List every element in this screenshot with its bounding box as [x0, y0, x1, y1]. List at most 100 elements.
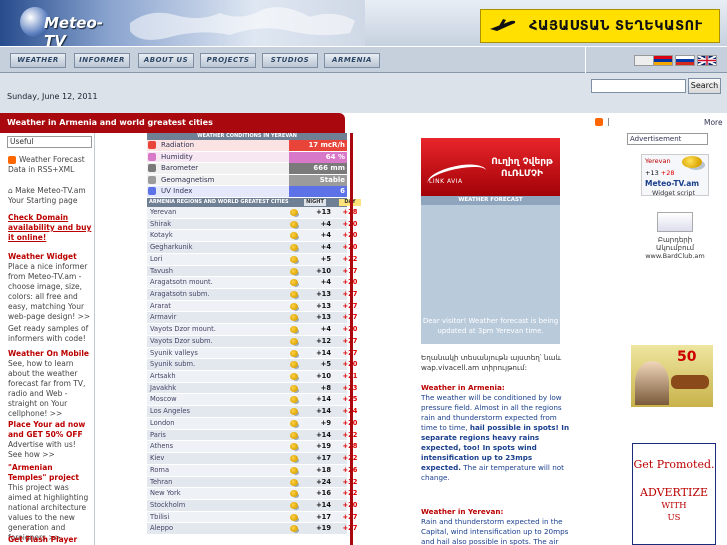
more-link[interactable]: More	[704, 118, 723, 127]
city-row[interactable]: Tehran+24+32	[147, 476, 357, 489]
widget-block[interactable]: Weather Widget Place a nice informer from…	[8, 252, 92, 322]
nav-divider	[585, 47, 586, 74]
weather-icon	[290, 232, 298, 240]
bardclub-banner[interactable]: Բարդերի Ակումբում www.BardClub.am	[640, 212, 710, 260]
widget-title: Weather Widget	[8, 252, 77, 261]
city-name: Artsakh	[150, 372, 176, 381]
with-text: WITH	[661, 501, 687, 511]
rss-link[interactable]: Weather Forecast Data in RSS+XML	[8, 155, 92, 175]
city-row[interactable]: Aragatsotn subm.+13+27	[147, 289, 357, 301]
widget-script-link[interactable]: Widget script	[652, 189, 695, 197]
condition-icon	[148, 164, 156, 173]
city-row[interactable]: Lori+5+22	[147, 253, 357, 266]
condition-icon	[148, 141, 156, 149]
city-row[interactable]: Yerevan+13+28	[147, 206, 357, 219]
section-title: Weather in Armenia and world greatest ci…	[7, 118, 213, 127]
city-name: Armavir	[150, 313, 177, 322]
city-row[interactable]: Vayots Dzor subm.+12+27	[147, 335, 357, 348]
useful-dropdown[interactable]: Useful	[7, 136, 92, 148]
samples-link[interactable]: Get ready samples of informers with code…	[8, 324, 92, 344]
city-row[interactable]: Armavir+13+27	[147, 312, 357, 325]
mobile-block[interactable]: Weather On Mobile See, how to learn about…	[8, 349, 92, 419]
flag-icon-blank[interactable]	[634, 55, 654, 66]
city-row[interactable]: Kotayk+4+20	[147, 230, 357, 243]
city-row[interactable]: Stockholm+14+20	[147, 499, 357, 512]
city-row[interactable]: Paris+14+22	[147, 429, 357, 442]
weather-icon	[290, 513, 298, 521]
guitar-image	[671, 375, 709, 389]
city-row[interactable]: Tavush+10+17	[147, 265, 357, 278]
flag-icon-uk[interactable]	[697, 55, 717, 66]
city-row[interactable]: Moscow+14+25	[147, 394, 357, 407]
city-row[interactable]: Ararat+13+27	[147, 300, 357, 313]
city-row[interactable]: Roma+18+26	[147, 464, 357, 477]
temples-title: "Armenian Temples" project	[8, 463, 79, 482]
nav-studios[interactable]: STUDIOS	[262, 53, 318, 68]
top-banner-ad[interactable]: ՀԱՅԱՍՏԱՆ ՏԵՂԵԿԱՏՈՒ	[480, 9, 720, 43]
city-row[interactable]: Javakhk+8+23	[147, 382, 357, 395]
night-temp: +17	[316, 454, 331, 463]
center-ad[interactable]: LINK AVIA Ուղիղ Չվերթ ՈւՌԼՄՉԻ WEATHER FO…	[421, 138, 560, 344]
night-temp: +14	[316, 500, 331, 509]
night-temp: +12	[316, 336, 331, 345]
sun-cloud-icon	[682, 156, 702, 168]
logo-text: Meteo-TV	[44, 14, 103, 50]
widget-brand: Meteo-TV.am	[645, 179, 700, 188]
weather-icon	[290, 431, 298, 439]
city-row[interactable]: Kiev+17+22	[147, 453, 357, 465]
flash-player-link[interactable]: Get Flash Player	[8, 535, 92, 545]
regions-header: ARMENIA REGIONS AND WORLD GREATEST CITIE…	[147, 197, 361, 207]
condition-row: Geomagnetism Stable	[147, 174, 347, 187]
start-page-link[interactable]: ⌂ Make Meteo-TV.am Your Starting page	[8, 186, 92, 206]
nav-weather[interactable]: WEATHER	[10, 53, 66, 68]
flag-icon-armenia[interactable]	[653, 55, 673, 66]
nav-informer[interactable]: INFORMER	[74, 53, 130, 68]
condition-row: Humidity 64 %	[147, 151, 347, 164]
anniversary-ad[interactable]: 50	[631, 345, 713, 407]
city-name: Kotayk	[150, 231, 173, 240]
city-row[interactable]: Tbilisi+17+27	[147, 511, 357, 524]
city-row[interactable]: Syunik valleys+14+27	[147, 347, 357, 360]
conditions-header: WEATHER CONDITIONS IN YEREVAN	[147, 133, 347, 140]
link-avia-banner[interactable]: LINK AVIA Ուղիղ Չվերթ ՈւՌԼՄՉԻ	[421, 138, 560, 196]
swoosh-icon	[425, 160, 489, 194]
advertize-with-us-banner[interactable]: Get Promoted. ADVERTIZE WITH US	[632, 443, 716, 545]
city-row[interactable]: New York+16+22	[147, 488, 357, 500]
city-row[interactable]: Athens+19+28	[147, 441, 357, 454]
nav-armenia[interactable]: ARMENIA	[324, 53, 380, 68]
city-row[interactable]: Vayots Dzor mount.+4+20	[147, 324, 357, 336]
pipe-separator: |	[607, 117, 610, 126]
city-row[interactable]: Aragatsotn mount.+4+20	[147, 277, 357, 289]
city-row[interactable]: Syunik subm.+5+20	[147, 359, 357, 372]
city-row[interactable]: Los Angeles+14+24	[147, 406, 357, 418]
search-input[interactable]	[591, 79, 686, 93]
city-row[interactable]: Artsakh+10+21	[147, 371, 357, 383]
mobile-text: See, how to learn about the weather fore…	[8, 359, 86, 418]
flag-icon-russia[interactable]	[675, 55, 695, 66]
city-row[interactable]: Gegharkunik+4+20	[147, 242, 357, 254]
advertise-block[interactable]: Place Your ad now and GET 50% OFF Adverti…	[8, 420, 92, 460]
rss-icon-right[interactable]	[595, 118, 603, 126]
nav-about-us[interactable]: ABOUT US	[138, 53, 194, 68]
city-row[interactable]: Shirak+4+20	[147, 218, 357, 231]
conditions-list: Radiation 17 mcR/h Humidity 64 % Barometer 66…	[147, 140, 347, 198]
weather-icon	[290, 384, 298, 392]
meteo-widget[interactable]: Yerevan +13 +28 Meteo-TV.am Widget scrip…	[641, 154, 709, 197]
night-temp: +5	[320, 360, 331, 369]
city-row[interactable]: London+9+20	[147, 417, 357, 430]
condition-value: Stable	[289, 174, 347, 186]
city-name: Lori	[150, 254, 163, 263]
link-avia-brand: LINK AVIA	[429, 178, 463, 185]
weather-icon	[290, 525, 298, 533]
section-title-bar: Weather in Armenia and world greatest ci…	[0, 113, 345, 133]
samples-text: Get ready samples of informers with code…	[8, 324, 89, 343]
cities-list: Yerevan+13+28Shirak+4+20Kotayk+4+20Gegha…	[147, 206, 357, 536]
meteo-tv-logo[interactable]: Meteo-TV	[20, 7, 110, 50]
nav-projects[interactable]: PROJECTS	[200, 53, 256, 68]
search-button[interactable]: Search	[688, 78, 721, 94]
city-row[interactable]: Aleppo+19+27	[147, 523, 357, 536]
weather-icon	[290, 279, 298, 287]
condition-label: Geomagnetism	[161, 175, 215, 184]
check-domain-link[interactable]: Check Domain availability and buy it onl…	[8, 213, 92, 243]
temples-block[interactable]: "Armenian Temples" project This project w…	[8, 463, 92, 543]
